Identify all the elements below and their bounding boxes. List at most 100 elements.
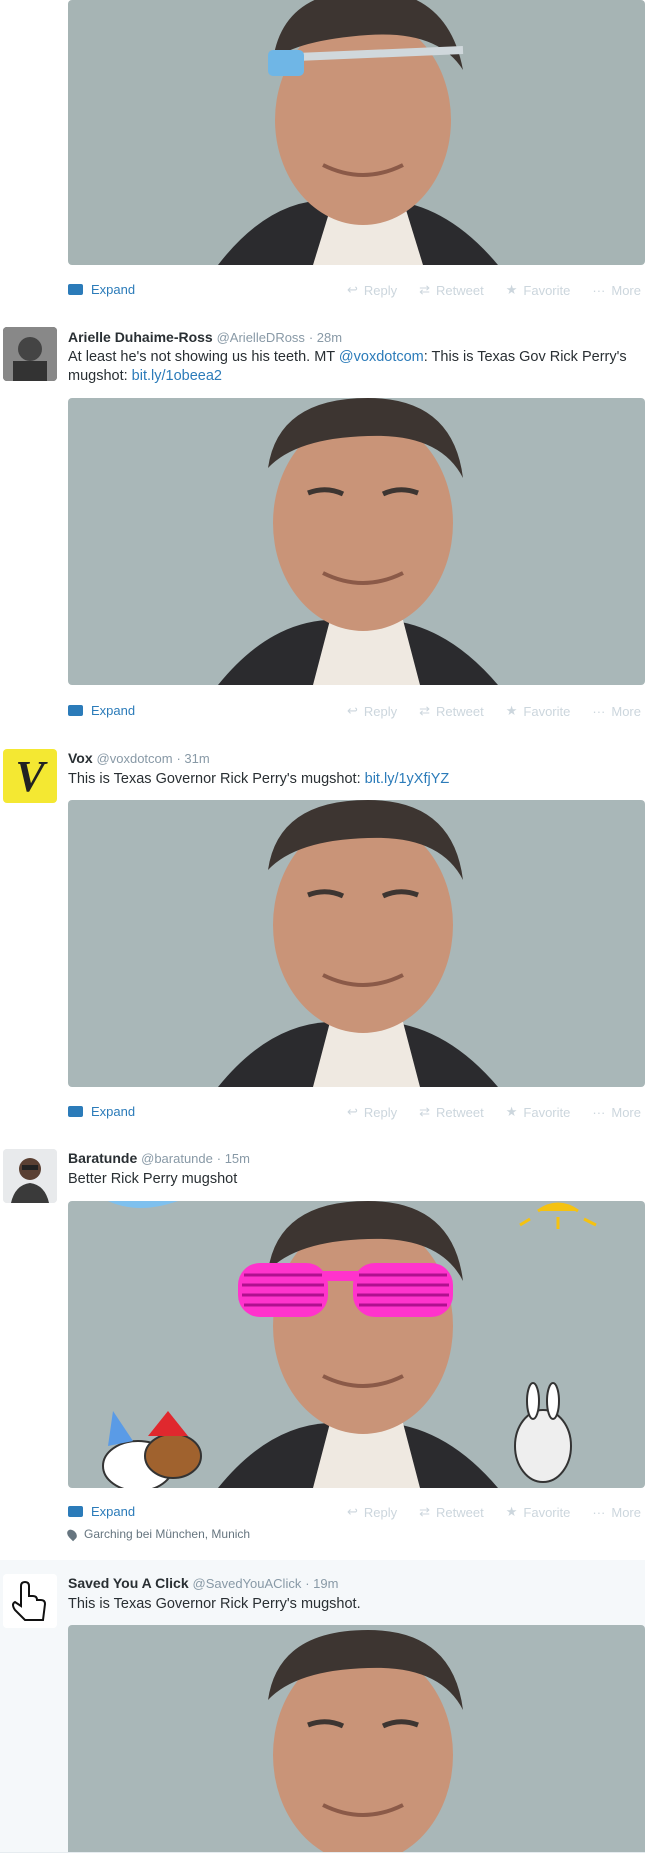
expand-label: Expand (91, 282, 136, 297)
more-icon: ··· (592, 703, 606, 719)
avatar-photo (3, 327, 57, 381)
retweet-label: Retweet (436, 282, 484, 298)
author-name[interactable]: Saved You A Click (68, 1575, 189, 1591)
more-button[interactable]: ··· More (592, 1104, 641, 1120)
retweet-icon: ⇄ (419, 1504, 431, 1519)
star-icon: ★ (505, 703, 518, 718)
expand-label: Expand (91, 1104, 136, 1119)
tweet-header: Saved You A Click @SavedYouAClick · 19m (68, 1575, 338, 1591)
timestamp[interactable]: · 15m (217, 1151, 250, 1166)
more-label: More (611, 1504, 641, 1520)
more-label: More (611, 282, 641, 298)
pointing-hand-icon (3, 1574, 57, 1628)
reply-label: Reply (363, 1504, 398, 1520)
retweet-button[interactable]: ⇄ Retweet (419, 1104, 484, 1120)
star-icon: ★ (505, 282, 518, 297)
tweet-actions: Expand ↩ Reply ⇄ Retweet ★ Favorite ··· More (68, 1504, 645, 1524)
expand-button[interactable]: Expand (68, 282, 135, 297)
mugshot-photo (68, 1625, 645, 1852)
timestamp[interactable]: · 31m (176, 751, 209, 766)
retweet-icon: ⇄ (419, 282, 431, 297)
expand-button[interactable]: Expand (68, 1504, 135, 1519)
url-link[interactable]: bit.ly/1yXfjYZ (365, 771, 450, 787)
reply-button[interactable]: ↩ Reply (347, 703, 397, 719)
retweet-button[interactable]: ⇄ Retweet (419, 1504, 484, 1520)
favorite-button[interactable]: ★ Favorite (506, 282, 571, 298)
author-handle[interactable]: @ArielleDRoss (217, 330, 305, 345)
retweet-label: Retweet (436, 1104, 484, 1120)
author-name[interactable]: Baratunde (68, 1150, 137, 1166)
author-handle[interactable]: @SavedYouAClick (193, 1576, 302, 1591)
favorite-button[interactable]: ★ Favorite (506, 1104, 571, 1120)
tweet-glass[interactable]: Expand ↩ Reply ⇄ Retweet ★ Favorite ··· More (0, 0, 645, 314)
tweet-photo[interactable] (68, 398, 645, 685)
expand-icon (68, 284, 83, 295)
more-button[interactable]: ··· More (592, 1504, 641, 1520)
favorite-label: Favorite (523, 703, 571, 719)
reply-button[interactable]: ↩ Reply (347, 1504, 397, 1520)
favorite-label: Favorite (523, 282, 571, 298)
tweet-baratunde[interactable]: Baratunde @baratunde · 15m Better Rick P… (0, 1135, 645, 1561)
tweet-photo[interactable] (68, 0, 645, 265)
tweet-header: Baratunde @baratunde · 15m (68, 1150, 250, 1166)
star-icon: ★ (505, 1504, 518, 1519)
tweet-feed: Expand ↩ Reply ⇄ Retweet ★ Favorite ··· More… (0, 0, 645, 1853)
avatar[interactable] (3, 1149, 57, 1203)
tweet-actions: Expand ↩ Reply ⇄ Retweet ★ Favorite ··· More (68, 703, 645, 723)
reply-button[interactable]: ↩ Reply (347, 1104, 397, 1120)
mugshot-photo-edited (68, 1201, 645, 1488)
avatar[interactable]: V (3, 749, 57, 803)
avatar-photo (3, 1149, 57, 1203)
tweet-action-group: ↩ Reply ⇄ Retweet ★ Favorite ··· More (347, 282, 641, 298)
mugshot-photo-glass (68, 0, 645, 265)
star-icon: ★ (505, 1104, 518, 1119)
tweet-text: This is Texas Governor Rick Perry's mugs… (68, 1595, 628, 1614)
location-pin-icon (65, 1527, 79, 1541)
expand-label: Expand (91, 1504, 136, 1519)
author-name[interactable]: Vox (68, 750, 93, 766)
favorite-label: Favorite (523, 1504, 571, 1520)
more-button[interactable]: ··· More (592, 282, 641, 298)
reply-button[interactable]: ↩ Reply (347, 282, 397, 298)
reply-icon: ↩ (346, 703, 358, 718)
tweet-savedyouaclick[interactable]: Saved You A Click @SavedYouAClick · 19m … (0, 1560, 645, 1853)
more-icon: ··· (592, 1504, 606, 1520)
tweet-text: This is Texas Governor Rick Perry's mugs… (68, 770, 628, 789)
tweet-text-part: At least he's not showing us his teeth. … (68, 349, 339, 365)
tweet-action-group: ↩ Reply ⇄ Retweet ★ Favorite ··· More (347, 1504, 641, 1520)
tweet-text: Better Rick Perry mugshot (68, 1170, 628, 1189)
favorite-button[interactable]: ★ Favorite (506, 703, 571, 719)
author-name[interactable]: Arielle Duhaime-Ross (68, 329, 213, 345)
author-handle[interactable]: @voxdotcom (97, 751, 173, 766)
retweet-icon: ⇄ (419, 1104, 431, 1119)
avatar[interactable] (3, 327, 57, 381)
expand-button[interactable]: Expand (68, 703, 135, 718)
reply-icon: ↩ (346, 1504, 358, 1519)
author-handle[interactable]: @baratunde (141, 1151, 213, 1166)
more-label: More (611, 703, 641, 719)
expand-button[interactable]: Expand (68, 1104, 135, 1119)
avatar[interactable] (3, 1574, 57, 1628)
more-icon: ··· (592, 282, 606, 298)
mention-link[interactable]: @voxdotcom (339, 349, 424, 365)
favorite-button[interactable]: ★ Favorite (506, 1504, 571, 1520)
tweet-arielle[interactable]: Arielle Duhaime-Ross @ArielleDRoss · 28m… (0, 313, 645, 735)
tweet-photo[interactable] (68, 800, 645, 1087)
tweet-text-part: This is Texas Governor Rick Perry's mugs… (68, 771, 365, 787)
tweet-location[interactable]: Garching bei München, Munich (65, 1527, 251, 1541)
url-link[interactable]: bit.ly/1obeea2 (132, 368, 222, 384)
reply-label: Reply (363, 1104, 398, 1120)
tweet-text-part: This is Texas Governor Rick Perry's mugs… (68, 1596, 361, 1612)
expand-icon (68, 1106, 83, 1117)
tweet-photo[interactable] (68, 1625, 645, 1852)
tweet-vox[interactable]: V Vox @voxdotcom · 31m This is Texas Gov… (0, 734, 645, 1136)
retweet-button[interactable]: ⇄ Retweet (419, 703, 484, 719)
timestamp[interactable]: · 28m (309, 330, 342, 345)
retweet-button[interactable]: ⇄ Retweet (419, 282, 484, 298)
more-button[interactable]: ··· More (592, 703, 641, 719)
location-label: Garching bei München, Munich (84, 1527, 251, 1541)
tweet-photo[interactable] (68, 1201, 645, 1488)
mugshot-photo (68, 800, 645, 1087)
tweet-actions: Expand ↩ Reply ⇄ Retweet ★ Favorite ··· More (68, 282, 645, 302)
timestamp[interactable]: · 19m (305, 1576, 338, 1591)
